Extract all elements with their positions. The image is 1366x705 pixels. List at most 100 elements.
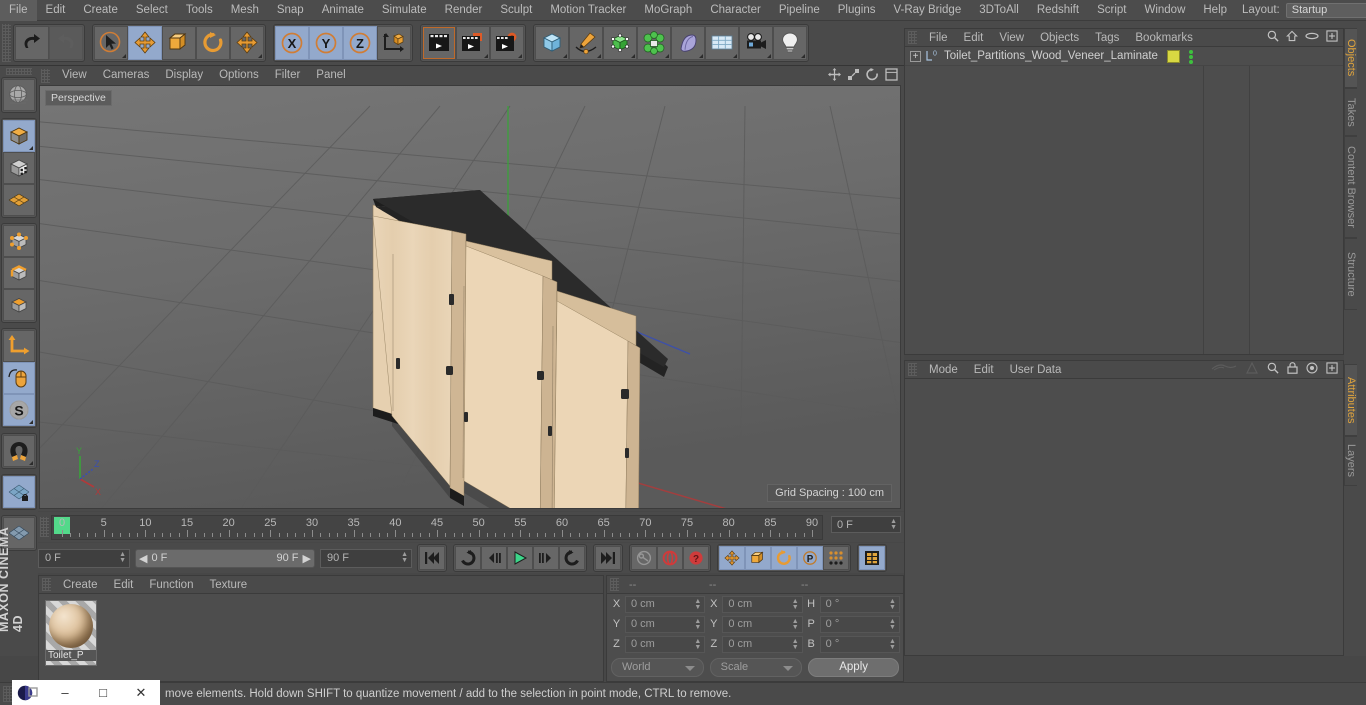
position-y-input[interactable]: 0 cm ▲ ▼ [625, 615, 706, 633]
maximize-view-icon[interactable] [885, 67, 898, 84]
coordinate-system-select[interactable]: World [611, 657, 704, 677]
toolbar-grip[interactable] [2, 24, 11, 62]
deformer-button[interactable] [671, 26, 705, 60]
size-z-input[interactable]: 0 cm ▲ ▼ [722, 635, 803, 653]
render-view-button[interactable] [422, 26, 456, 60]
play-forwards-button[interactable] [559, 546, 585, 570]
menu-item-edit[interactable]: Edit [37, 0, 75, 21]
maximize-button[interactable]: □ [84, 680, 122, 705]
rotation-key-button[interactable] [771, 546, 797, 570]
autokeying-button[interactable] [657, 546, 683, 570]
menu-item-mesh[interactable]: Mesh [222, 0, 268, 21]
move-alt-button[interactable] [230, 26, 264, 60]
object-axis-button[interactable] [3, 330, 35, 362]
lock-z-button[interactable]: Z [343, 26, 377, 60]
spinner-icon[interactable]: ▲ ▼ [792, 638, 799, 651]
viewport-menu-options[interactable]: Options [211, 66, 267, 85]
position-z-input[interactable]: 0 cm ▲ ▼ [625, 635, 706, 653]
attribute-menu-mode[interactable]: Mode [921, 361, 966, 379]
object-menu-view[interactable]: View [991, 29, 1032, 47]
menu-item-animate[interactable]: Animate [313, 0, 373, 21]
menu-item-vray-bridge[interactable]: V-Ray Bridge [884, 0, 970, 21]
render-settings-button[interactable] [490, 26, 524, 60]
visibility-dots[interactable] [1189, 50, 1194, 64]
position-key-button[interactable] [719, 546, 745, 570]
rotation-b-input[interactable]: 0 ° ▲ ▼ [819, 635, 900, 653]
end-frame-input[interactable]: 90 F ▲ ▼ [320, 548, 412, 568]
spinner-icon[interactable]: ▲ ▼ [792, 598, 799, 611]
target-icon[interactable] [1306, 362, 1318, 377]
menu-item-select[interactable]: Select [127, 0, 177, 21]
search-icon[interactable] [1267, 30, 1279, 45]
play-backwards-button[interactable] [455, 546, 481, 570]
material-menu-texture[interactable]: Texture [201, 576, 255, 594]
timeline-frame-field[interactable]: 0 F ▲ ▼ [831, 516, 901, 533]
spinner-icon[interactable]: ▲ ▼ [401, 551, 408, 564]
apply-button[interactable]: Apply [808, 657, 899, 677]
viewport-3d[interactable]: Y X Z Perspective Grid Spacing : 100 cm [39, 85, 901, 509]
soft-selection-button[interactable]: S [3, 394, 35, 426]
lock-x-button[interactable]: X [275, 26, 309, 60]
plus-box-icon[interactable] [1326, 362, 1338, 377]
mograph-button[interactable] [637, 26, 671, 60]
camera-button[interactable] [739, 26, 773, 60]
scene-environment-button[interactable] [705, 26, 739, 60]
undo-view-button[interactable] [3, 79, 35, 111]
spinner-icon[interactable]: ▲ ▼ [694, 618, 701, 631]
close-button[interactable]: ✕ [122, 680, 160, 705]
left-toolbar-grip[interactable] [6, 68, 32, 75]
menu-item-file[interactable]: File [0, 0, 37, 21]
move-button[interactable] [128, 26, 162, 60]
object-menu-edit[interactable]: Edit [956, 29, 992, 47]
timeline-ruler[interactable]: 0 5 10 15 20 25 30 35 40 45 50 55 60 65 70 75 80 85 90 [51, 515, 823, 540]
menu-item-help[interactable]: Help [1194, 0, 1236, 21]
parameter-key-button[interactable]: P [797, 546, 823, 570]
workplane-button[interactable] [3, 184, 35, 216]
live-selection-button[interactable] [94, 26, 128, 60]
size-y-input[interactable]: 0 cm ▲ ▼ [722, 615, 803, 633]
tab-structure[interactable]: Structure [1344, 238, 1357, 310]
menu-item-3dtoall[interactable]: 3DToAll [970, 0, 1028, 21]
polygons-mode-button[interactable] [3, 289, 35, 321]
cone-icon[interactable] [1245, 361, 1259, 377]
record-active-objects-button[interactable] [631, 546, 657, 570]
object-manager-grip[interactable] [908, 31, 917, 44]
previous-frame-button[interactable] [481, 546, 507, 570]
go-to-start-button[interactable] [419, 546, 445, 570]
object-menu-bookmarks[interactable]: Bookmarks [1127, 29, 1201, 47]
spinner-icon[interactable]: ▲ ▼ [694, 598, 701, 611]
spinner-icon[interactable]: ▲ ▼ [889, 638, 896, 651]
lock-icon[interactable] [1287, 362, 1298, 377]
material-menu-edit[interactable]: Edit [106, 576, 142, 594]
expand-toggle[interactable]: + [910, 50, 921, 62]
menu-item-simulate[interactable]: Simulate [373, 0, 436, 21]
world-coordinates-button[interactable] [377, 26, 411, 60]
point-level-animation-button[interactable] [823, 546, 849, 570]
object-menu-tags[interactable]: Tags [1087, 29, 1127, 47]
position-x-input[interactable]: 0 cm ▲ ▼ [625, 595, 706, 613]
go-to-end-button[interactable] [595, 546, 621, 570]
material-menu-function[interactable]: Function [141, 576, 201, 594]
menu-item-render[interactable]: Render [436, 0, 492, 21]
object-mode-button[interactable] [3, 120, 35, 152]
material-swatch[interactable]: Toilet_P [45, 600, 97, 666]
viewport-grip[interactable] [41, 68, 50, 83]
viewport-menu-cameras[interactable]: Cameras [95, 66, 158, 85]
menu-item-snap[interactable]: Snap [268, 0, 313, 21]
menu-item-tools[interactable]: Tools [177, 0, 222, 21]
rotation-h-input[interactable]: 0 ° ▲ ▼ [819, 595, 900, 613]
menu-item-character[interactable]: Character [701, 0, 770, 21]
ellipse-icon[interactable] [1305, 31, 1319, 44]
scale-button[interactable] [162, 26, 196, 60]
menu-item-redshift[interactable]: Redshift [1028, 0, 1088, 21]
minimize-button[interactable]: – [46, 680, 84, 705]
search-icon[interactable] [1267, 362, 1279, 377]
material-tag-swatch[interactable] [1167, 50, 1180, 63]
tab-content-browser[interactable]: Content Browser [1344, 136, 1357, 238]
menu-item-window[interactable]: Window [1135, 0, 1194, 21]
viewport-menu-filter[interactable]: Filter [267, 66, 309, 85]
lock-y-button[interactable]: Y [309, 26, 343, 60]
menu-item-create[interactable]: Create [74, 0, 127, 21]
undo-button[interactable] [15, 26, 49, 60]
current-frame-input[interactable]: 0 F ▲ ▼ [38, 548, 130, 568]
